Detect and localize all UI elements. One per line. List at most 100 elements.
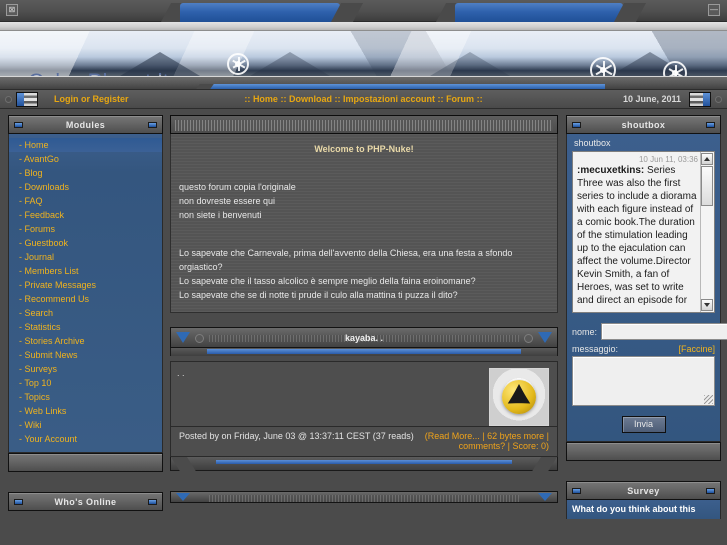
article-accent-rail [170, 348, 558, 356]
shoutbox-title-text: shoutbox [621, 120, 666, 130]
welcome-frame-header [170, 115, 558, 134]
sidebar-item-statistics[interactable]: - Statistics [9, 320, 162, 334]
shoutbox-name-label: nome: [572, 326, 598, 337]
top-navigation-bar: Login or Register :: Home :: Download ::… [0, 90, 727, 109]
banner-underbar [0, 76, 727, 90]
nav-separator: :: [280, 94, 287, 104]
shoutbox-submit-area: Invia [572, 406, 715, 433]
rail-cut [532, 457, 557, 471]
nav-separator: :: [476, 94, 483, 104]
triangle-icon [538, 332, 552, 343]
sidebar-item-search[interactable]: - Search [9, 306, 162, 320]
modules-block-title: Modules [8, 115, 163, 134]
survey-block-title: Survey [566, 480, 721, 500]
sidebar-item-top-10[interactable]: - Top 10 [9, 376, 162, 390]
bytes-more: | 62 bytes more | [482, 431, 549, 441]
faccine-link[interactable]: [Faccine] [678, 344, 715, 354]
sidebar-item-submit-news[interactable]: - Submit News [9, 348, 162, 362]
nav-link-download[interactable]: Download [289, 94, 332, 104]
survey-title-text: Survey [627, 485, 660, 496]
article-bottom-rail [170, 457, 558, 471]
knob-icon [524, 334, 533, 343]
shoutbox-inner-label: shoutbox [574, 138, 611, 148]
knob-icon [195, 334, 204, 343]
led-icon [706, 122, 715, 128]
nav-link-impostazioni-account[interactable]: Impostazioni account [343, 94, 435, 104]
shout-timestamp: 10 Jun 11, 03:36 [638, 155, 698, 164]
sidebar-item-avantgo[interactable]: - AvantGo [9, 152, 162, 166]
resize-grip-icon[interactable] [704, 395, 713, 404]
scrollbar-thumb[interactable] [701, 166, 713, 206]
shout-author: :mecuxetkins: [577, 165, 645, 176]
lower-block-header [170, 491, 558, 503]
shout-text: Series Three was also the first series t… [577, 165, 697, 306]
faccine-area: [Faccine] [678, 344, 715, 354]
shoutbox-scrollbar[interactable] [700, 152, 714, 312]
shoutbox-messages[interactable]: 10 Jun 11, 03:36 :mecuxetkins: Series Th… [572, 151, 715, 313]
sidebar-item-private-messages[interactable]: - Private Messages [9, 278, 162, 292]
welcome-fact-3: Lo sapevate che se di notte ti prude il … [179, 290, 458, 300]
shoutbox-name-row: nome: [572, 323, 727, 340]
nav-link-forum[interactable]: Forum [446, 94, 474, 104]
rail-cut [171, 457, 196, 471]
sidebar-item-members-list[interactable]: - Members List [9, 264, 162, 278]
sidebar-item-journal[interactable]: - Journal [9, 250, 162, 264]
sidebar-item-recommend-us[interactable]: - Recommend Us [9, 292, 162, 306]
article-block: kayaba. . . . Posted by on Friday, June … [170, 327, 558, 471]
led-icon [572, 487, 581, 494]
welcome-line-2: non dovreste essere qui [179, 196, 276, 206]
sidebar-item-home[interactable]: - Home [9, 138, 162, 152]
right-sidebar: shoutbox shoutbox 10 Jun 11, 03:36 :mecu… [566, 115, 727, 519]
scroll-up-icon[interactable] [701, 153, 713, 165]
minimize-icon[interactable]: — [708, 4, 720, 16]
wheel-icon [227, 53, 249, 75]
sidebar-item-stories-archive[interactable]: - Stories Archive [9, 334, 162, 348]
close-icon[interactable]: ⊠ [6, 4, 18, 16]
banner-peak [430, 52, 510, 76]
sidebar-item-web-links[interactable]: - Web Links [9, 404, 162, 418]
sidebar-item-forums[interactable]: - Forums [9, 222, 162, 236]
main-content: Welcome to PHP-Nuke! questo forum copia … [170, 115, 558, 503]
browser-window-bar: ⊠ — [0, 0, 727, 22]
read-more-link[interactable]: (Read More... [425, 431, 480, 441]
sidebar-item-your-account[interactable]: - Your Account [9, 432, 162, 446]
welcome-body: Welcome to PHP-Nuke! questo forum copia … [170, 134, 558, 313]
shoutbox-message-textarea[interactable] [572, 356, 715, 406]
site-banner: CyberPlanet.it [0, 31, 727, 76]
left-sidebar: Modules - Home - AvantGo - Blog - Downloads… [8, 115, 163, 511]
sidebar-item-topics[interactable]: - Topics [9, 390, 162, 404]
article-score: | Score: 0) [507, 441, 549, 451]
nav-separator: :: [334, 94, 341, 104]
scroll-down-icon[interactable] [701, 299, 713, 311]
nav-separator: :: [244, 94, 251, 104]
welcome-line-3: non siete i benvenuti [179, 210, 262, 220]
comments-link[interactable]: comments? [459, 441, 506, 451]
browser-tab-1[interactable] [180, 3, 340, 22]
led-icon [572, 122, 581, 128]
sidebar-item-surveys[interactable]: - Surveys [9, 362, 162, 376]
sidebar-item-wiki[interactable]: - Wiki [9, 418, 162, 432]
welcome-fact-1: Lo sapevate che Carnevale, prima dell'av… [179, 248, 513, 272]
empty-block [8, 453, 163, 472]
sidebar-item-guestbook[interactable]: - Guestbook [9, 236, 162, 250]
current-date: 10 June, 2011 [622, 94, 681, 104]
whos-online-block-title: Who's Online [8, 492, 163, 511]
modules-block: Modules - Home - AvantGo - Blog - Downloads… [8, 115, 163, 453]
sidebar-item-blog[interactable]: - Blog [9, 166, 162, 180]
led-icon [148, 122, 157, 128]
sidebar-item-feedback[interactable]: - Feedback [9, 208, 162, 222]
shoutbox-submit-button[interactable]: Invia [621, 415, 666, 433]
shoutbox-name-input[interactable] [601, 323, 727, 340]
shout-message: :mecuxetkins: Series Three was also the … [577, 164, 698, 307]
shoutbox-form: nome: messaggio: [Faccine] Invia [572, 313, 727, 433]
nav-link-home[interactable]: Home [253, 94, 278, 104]
site-logo[interactable]: CyberPlanet.it [28, 69, 169, 76]
survey-body: What do you think about this [566, 499, 721, 519]
sidebar-item-downloads[interactable]: - Downloads [9, 180, 162, 194]
browser-subbar [0, 22, 727, 31]
shoutbox-block: shoutbox shoutbox 10 Jun 11, 03:36 :mecu… [566, 115, 727, 442]
sidebar-item-faq[interactable]: - FAQ [9, 194, 162, 208]
browser-tab-2[interactable] [455, 3, 623, 22]
article-posted-by: Posted by on Friday, June 03 @ 13:37:11 … [179, 431, 414, 441]
